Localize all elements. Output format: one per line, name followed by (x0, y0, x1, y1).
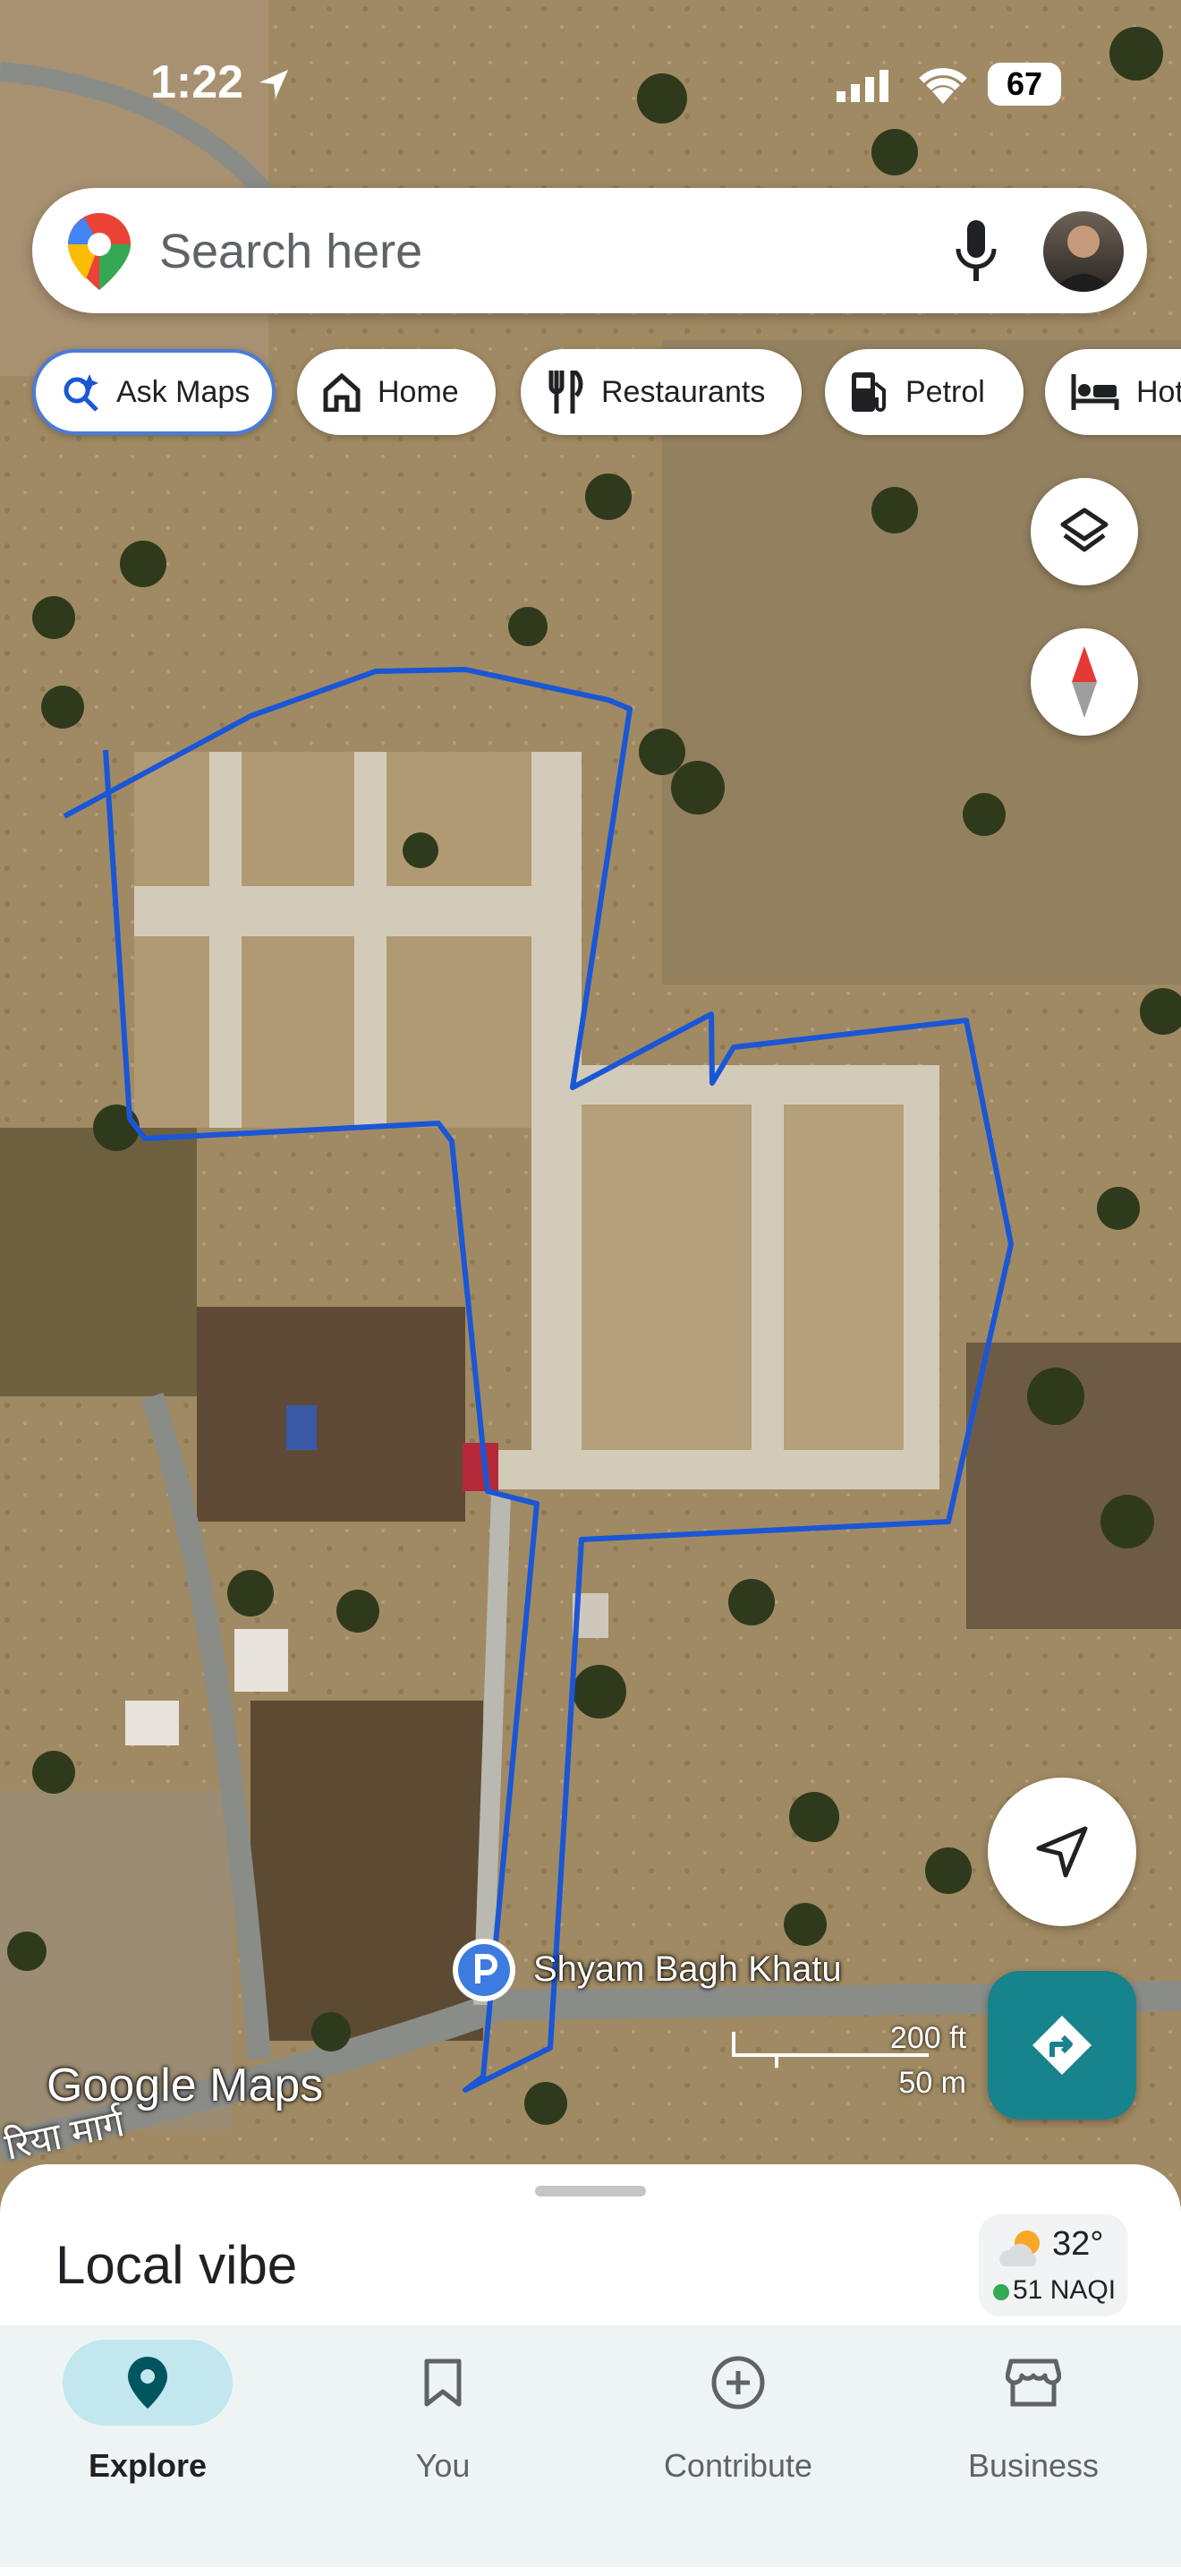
aqi-status-dot (993, 2284, 1009, 2300)
home-icon (323, 372, 361, 412)
bookmark-icon (424, 2358, 462, 2407)
add-circle-icon (711, 2356, 765, 2410)
fuel-icon (852, 372, 886, 412)
scale-meters: 50 m (898, 2066, 966, 2100)
microphone-icon[interactable] (954, 220, 998, 283)
layers-button[interactable] (1031, 478, 1138, 585)
place-label[interactable]: Shyam Bagh Khatu (533, 1949, 842, 1990)
aqi-value: 51 NAQI (1013, 2275, 1117, 2305)
nav-explore[interactable]: Explore (0, 2325, 295, 2504)
hotel-icon (1071, 374, 1119, 410)
parking-icon (458, 1944, 510, 1996)
wifi-icon (919, 68, 967, 104)
restaurant-icon (548, 371, 583, 414)
google-maps-pin-icon (68, 213, 131, 290)
place-marker[interactable] (453, 1939, 515, 2001)
chip-restaurants[interactable]: Restaurants (521, 349, 802, 435)
compass-icon (1072, 646, 1097, 718)
storefront-icon (1006, 2358, 1061, 2407)
sun-cloud-icon (999, 2231, 1040, 2266)
status-time: 1:22 (150, 56, 244, 108)
map-scale: 200 ft 50 m (732, 2021, 966, 2100)
search-input[interactable]: Search here (159, 224, 422, 279)
my-location-button[interactable] (988, 1778, 1136, 1926)
navigation-arrow-icon (1036, 1826, 1088, 1878)
sheet-drag-handle[interactable] (535, 2186, 646, 2196)
weather-temp: 32° (1052, 2225, 1104, 2263)
search-bar[interactable]: Search here (32, 188, 1147, 313)
bottom-nav: Explore You Contribute Business (0, 2325, 1181, 2567)
chip-home[interactable]: Home (297, 349, 496, 435)
nav-you[interactable]: You (295, 2325, 590, 2504)
status-bar: 1:22 67 (0, 0, 1181, 170)
layers-icon (1060, 508, 1109, 552)
nav-business[interactable]: Business (886, 2325, 1181, 2504)
nav-contribute[interactable]: Contribute (590, 2325, 886, 2504)
directions-button[interactable] (988, 1971, 1136, 2120)
weather-chip[interactable]: 32° 51 NAQI (979, 2214, 1127, 2316)
sheet-title: Local vibe (55, 2235, 298, 2295)
directions-icon (1032, 2016, 1092, 2075)
location-arrow-icon (259, 70, 288, 98)
chip-ask-maps[interactable]: Ask Maps (32, 349, 276, 435)
avatar[interactable] (1043, 211, 1124, 292)
chip-petrol[interactable]: Petrol (825, 349, 1024, 435)
sparkle-search-icon (64, 374, 98, 412)
scale-feet: 200 ft (889, 2021, 966, 2055)
chip-hotels[interactable]: Hot (1045, 349, 1181, 435)
google-maps-logo: Google Maps (47, 2060, 324, 2111)
battery-indicator: 67 (988, 63, 1061, 106)
signal-icon (837, 70, 888, 102)
compass-button[interactable] (1031, 628, 1138, 736)
pin-icon (128, 2357, 167, 2409)
category-chips: Ask Maps Home Restaurants Petrol Hot (32, 349, 1181, 437)
